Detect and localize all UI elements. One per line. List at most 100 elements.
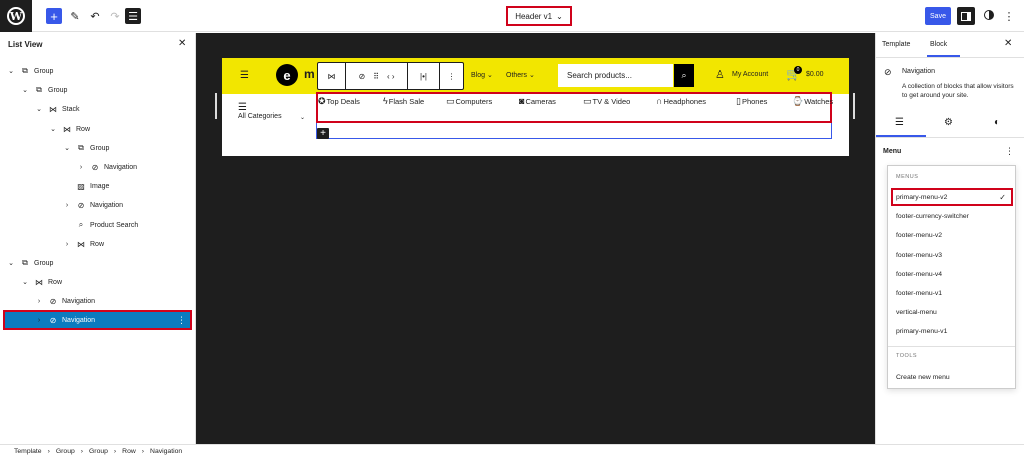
breadcrumb-item[interactable]: Navigation (150, 448, 182, 455)
chevron-right-icon[interactable]: › (76, 164, 86, 171)
list-item-image[interactable]: ▨ Image (4, 177, 191, 195)
navigation-icon: ⊘ (91, 162, 99, 172)
options-icon[interactable]: ⋮ (177, 315, 186, 326)
menu-option[interactable]: footer-currency-switcher (891, 207, 1013, 225)
list-item-label: Navigation (62, 316, 96, 324)
list-item-row[interactable]: › ⋈ Row (4, 235, 191, 253)
chevron-down-icon[interactable]: ⌄ (300, 114, 305, 121)
menu-item-top-deals[interactable]: ✪ Top Deals (318, 96, 360, 107)
add-block-inline-button[interactable]: + (317, 128, 329, 139)
user-icon[interactable]: ♙ (715, 68, 725, 81)
styles-icon[interactable]: ◐ (994, 117, 1000, 128)
justification-button[interactable]: |•| (408, 63, 440, 89)
menu-option-selected[interactable]: primary-menu-v2 ✓ (891, 188, 1013, 206)
list-item-group[interactable]: ⌄ ⧉ Group (4, 254, 191, 272)
styles-button[interactable] (981, 7, 997, 23)
list-item-label: Row (48, 278, 63, 286)
list-item-group[interactable]: ⌄ ⧉ Group (4, 139, 191, 157)
gear-icon[interactable]: ⚙ (944, 117, 953, 128)
search-icon[interactable]: ⌕ (674, 64, 694, 87)
redo-icon[interactable]: ↷ (107, 8, 123, 24)
options-icon[interactable]: ⋮ (1005, 146, 1014, 157)
chevron-right-icon[interactable]: › (34, 317, 44, 324)
watch-icon: ⌚ (792, 96, 804, 106)
all-categories-label[interactable]: All Categories (238, 110, 288, 123)
my-account-link[interactable]: My Account (732, 71, 768, 78)
list-view-toggle[interactable]: ☰ (125, 8, 141, 24)
breadcrumb-item[interactable]: Group (56, 448, 75, 455)
menu-item-computers[interactable]: ▭ Computers (446, 96, 492, 107)
chevron-down-icon[interactable]: ⌄ (48, 125, 58, 133)
close-icon[interactable]: ✕ (178, 38, 186, 49)
list-item-navigation[interactable]: › ⊘ Navigation (4, 158, 191, 176)
wordpress-logo-button[interactable]: W (0, 0, 32, 32)
drag-handle-icon[interactable]: ⠿ (369, 72, 383, 81)
list-item-group[interactable]: ⌄ ⧉ Group (4, 81, 191, 99)
resize-handle-left[interactable] (215, 93, 217, 119)
list-item-navigation[interactable]: › ⊘ Navigation (4, 196, 191, 214)
list-item-label: Group (48, 86, 68, 94)
undo-icon[interactable]: ↶ (87, 8, 103, 24)
chevron-right-icon[interactable]: › (62, 202, 72, 209)
chevron-down-icon[interactable]: ⌄ (6, 259, 16, 267)
search-input[interactable]: Search products... (558, 64, 673, 87)
chevron-right-icon[interactable]: › (34, 298, 44, 305)
tab-block[interactable]: Block (930, 41, 947, 48)
edit-icon[interactable]: ✎ (67, 8, 83, 24)
breadcrumb-item[interactable]: Group (89, 448, 108, 455)
block-title: Navigation (902, 68, 936, 75)
nav-link-others[interactable]: Others ⌄ (506, 71, 535, 79)
navigation-icon[interactable]: ⊘ (354, 72, 369, 81)
menu-item-headphones[interactable]: ∩ Headphones (656, 96, 706, 106)
menu-item-tv-video[interactable]: ▭ TV & Video (583, 96, 630, 107)
chevron-down-icon[interactable]: ⌄ (6, 67, 16, 75)
list-item-stack[interactable]: ⌄ ⋈ Stack (4, 100, 191, 118)
add-block-button[interactable]: + (46, 8, 62, 24)
block-options-button[interactable]: ⋮ (440, 63, 463, 89)
settings-sidebar-toggle[interactable] (957, 7, 975, 25)
breadcrumb-item[interactable]: Row (122, 448, 136, 455)
save-button[interactable]: Save (925, 7, 951, 25)
nav-link-blog[interactable]: Blog ⌄ (471, 71, 493, 79)
menu-item-label: Flash Sale (388, 96, 425, 106)
options-icon[interactable]: ⋮ (1004, 8, 1015, 24)
chevron-down-icon[interactable]: ⌄ (20, 86, 30, 94)
list-view-title: List View (8, 40, 43, 49)
chevron-down-icon[interactable]: ⌄ (20, 278, 30, 286)
create-new-menu-option[interactable]: Create new menu (891, 368, 1013, 386)
tab-template[interactable]: Template (882, 41, 910, 48)
move-arrows-icon[interactable]: ‹ › (383, 72, 399, 81)
hamburger-icon[interactable]: ☰ (240, 70, 249, 81)
list-item-row[interactable]: ⌄ ⋈ Row (4, 273, 191, 291)
menu-option[interactable]: footer-menu-v4 (891, 265, 1013, 283)
menu-item-phones[interactable]: ▯ Phones (736, 96, 767, 107)
menu-item-flash-sale[interactable]: ϟ Flash Sale (383, 96, 424, 106)
group-icon: ⧉ (22, 66, 28, 75)
resize-handle-right[interactable] (853, 93, 855, 119)
menu-option[interactable]: footer-menu-v1 (891, 284, 1013, 302)
list-item-navigation-selected[interactable]: › ⊘ Navigation ⋮ (3, 310, 192, 330)
list-item-group[interactable]: ⌄ ⧉ Group (4, 62, 191, 80)
breadcrumb-separator: › (80, 448, 84, 455)
menu-option[interactable]: vertical-menu (891, 303, 1013, 321)
menu-item-label: TV & Video (592, 97, 631, 106)
list-item-navigation[interactable]: › ⊘ Navigation (4, 292, 191, 310)
list-settings-icon[interactable]: ☰ (895, 117, 904, 128)
chevron-right-icon[interactable]: › (62, 241, 72, 248)
chevron-down-icon[interactable]: ⌄ (62, 144, 72, 152)
menu-option[interactable]: footer-menu-v2 (891, 226, 1013, 244)
sidebar-icon (961, 11, 971, 21)
list-item-product-search[interactable]: ⌕ Product Search (4, 216, 191, 234)
menu-item-watches[interactable]: ⌚ Watches (792, 96, 833, 107)
chevron-down-icon[interactable]: ⌄ (34, 105, 44, 113)
menu-item-cameras[interactable]: ◙ Cameras (519, 96, 556, 106)
document-title-dropdown[interactable]: Header v1 ⌄ (506, 6, 572, 26)
menu-option[interactable]: primary-menu-v1 (891, 322, 1013, 340)
menu-option[interactable]: footer-menu-v3 (891, 246, 1013, 264)
select-parent-row-button[interactable]: ⋈ (318, 63, 346, 89)
menu-section-label: Menu (883, 148, 902, 155)
site-logo[interactable]: e (276, 64, 298, 86)
list-item-row[interactable]: ⌄ ⋈ Row (4, 120, 191, 138)
close-icon[interactable]: ✕ (1004, 38, 1012, 49)
breadcrumb-item[interactable]: Template (14, 448, 42, 455)
